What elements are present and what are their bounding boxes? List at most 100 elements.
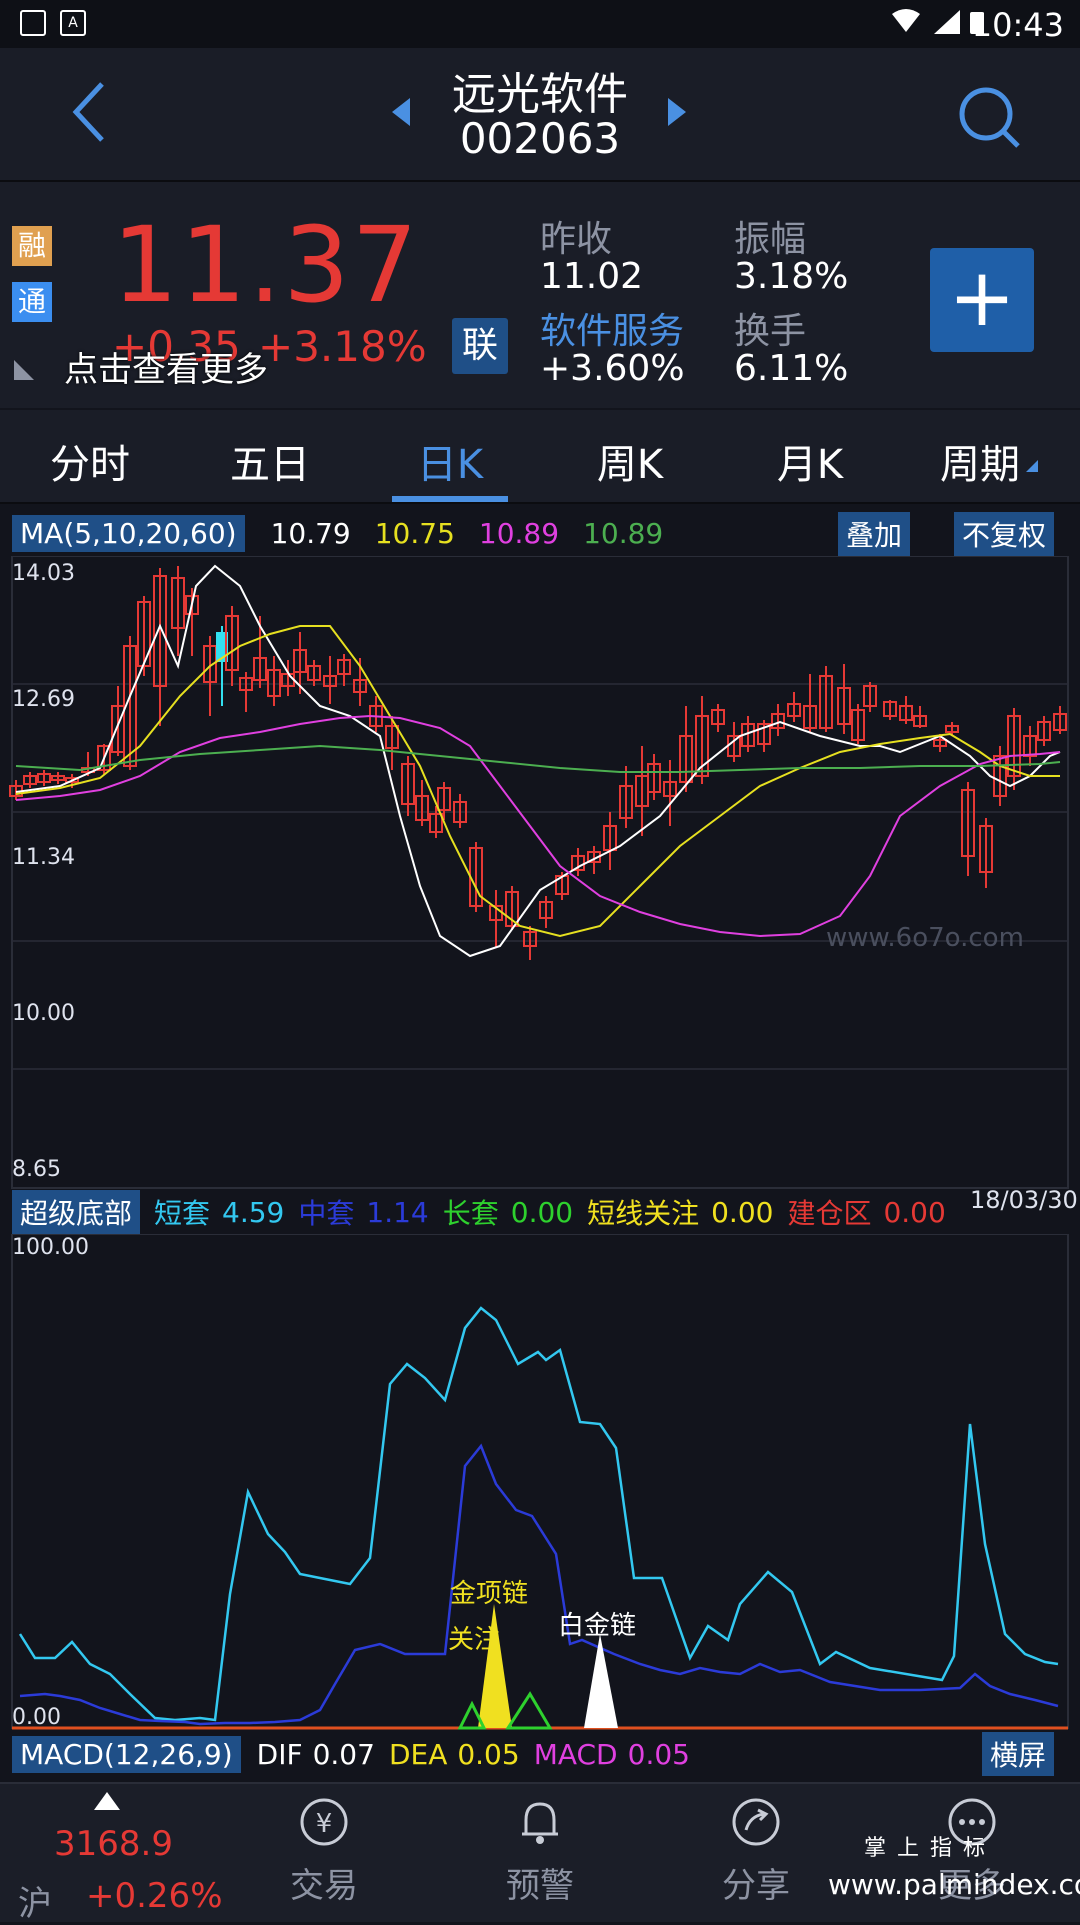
overlay-button[interactable]: 叠加: [838, 512, 911, 556]
amplitude-value: 3.18%: [734, 256, 849, 297]
bottom-nav: 3168.9 沪 +0.26% ¥ 交易 预警 分享 更多 掌 上 指 标 ww…: [0, 1782, 1080, 1924]
expand-corner-icon[interactable]: [12, 358, 36, 382]
indicator-chart[interactable]: 100.00 0.00 金项链 关注 白金链: [0, 1234, 1080, 1730]
turnover-value: 6.11%: [734, 348, 849, 389]
app-notification-icon: A: [60, 10, 86, 36]
stock-code: 002063: [459, 114, 621, 163]
sector-link[interactable]: 软件服务: [540, 302, 684, 354]
dif-label: DIF: [256, 1737, 303, 1771]
macd-label[interactable]: MACD(12,26,9): [12, 1735, 241, 1773]
current-price: 11.37: [112, 204, 420, 326]
mid-line: [19, 1443, 1059, 1726]
status-time: 10:43: [971, 6, 1064, 44]
see-more-link[interactable]: 点击查看更多: [64, 342, 268, 391]
y-tick-2: 11.34: [12, 845, 75, 870]
period-dropdown-icon: [1026, 460, 1038, 472]
watch-label: 短线关注: [587, 1197, 700, 1230]
tab-month-k[interactable]: 月K: [730, 432, 890, 490]
ind-y-top: 100.00: [12, 1235, 89, 1260]
header-bar: 远光软件 002063: [0, 48, 1080, 182]
ma-label[interactable]: MA(5,10,20,60): [12, 514, 245, 552]
ma20-value: 10.89: [478, 516, 560, 550]
annot-watch: 关注: [448, 1625, 500, 1655]
svg-text:¥: ¥: [316, 1809, 333, 1839]
chart-date: 18/03/30: [970, 1186, 1078, 1214]
stock-name: 远光软件: [452, 69, 628, 120]
wifi-icon: [892, 9, 920, 32]
add-watchlist-button[interactable]: +: [930, 248, 1034, 352]
image-notification-icon: [20, 10, 46, 36]
brand-watermark-line2: www.palmindex.com: [828, 1868, 1080, 1901]
bell-icon: [522, 1802, 558, 1844]
ma5-value: 10.79: [270, 516, 351, 550]
chart-watermark: www.6o7o.com: [826, 923, 1024, 953]
macd-value: 0.05: [627, 1737, 690, 1771]
prev-close-label: 昨收: [540, 219, 613, 260]
trade-icon: ¥: [300, 1798, 348, 1846]
annot-white: 白金链: [558, 1611, 636, 1641]
tab-minute[interactable]: 分时: [10, 432, 170, 490]
macd-legend: MACD(12,26,9) DIF 0.07 DEA 0.05 MACD 0.0…: [12, 1732, 690, 1776]
ind-y-bottom: 0.00: [12, 1705, 61, 1730]
dea-value: 0.05: [457, 1737, 520, 1771]
link-button[interactable]: 联: [452, 318, 508, 374]
nav-share[interactable]: 分享: [686, 1794, 826, 1907]
prev-close-value: 11.02: [540, 256, 644, 297]
watch-value: 0.00: [711, 1195, 774, 1229]
status-bar: A 10:43: [0, 0, 1080, 48]
short-line: [18, 1306, 1059, 1722]
short-value: 4.59: [222, 1195, 285, 1229]
annot-gold: 金项链: [450, 1579, 528, 1609]
share-icon: [732, 1798, 780, 1846]
long-value: 0.00: [510, 1195, 574, 1229]
indicator-legend: 超级底部 短套 4.59 中套 1.14 长套 0.00 短线关注 0.00 建…: [12, 1190, 946, 1234]
y-tick-3: 10.00: [12, 1001, 75, 1026]
ma10-value: 10.75: [374, 516, 455, 550]
prev-stock-icon[interactable]: [388, 96, 414, 128]
quote-panel: 融 通 11.37 +0.35 +3.18% 点击查看更多 联 昨收 11.02…: [0, 182, 1080, 408]
price-change-pct: +3.18%: [258, 322, 427, 371]
margin-badge: 融: [12, 226, 52, 266]
mid-value: 1.14: [366, 1195, 429, 1229]
index-up-icon: [94, 1792, 120, 1810]
turnover-label: 换手: [734, 311, 807, 352]
nav-share-label: 分享: [722, 1866, 790, 1906]
index-value[interactable]: 3168.9: [54, 1824, 173, 1864]
index-change: +0.26%: [86, 1876, 223, 1916]
build-value: 0.00: [883, 1195, 946, 1229]
sector-change: +3.60%: [540, 348, 685, 389]
tab-week-k[interactable]: 周K: [550, 432, 710, 490]
signal-icon: [934, 10, 960, 34]
active-tab-indicator: [392, 496, 508, 502]
dif-value: 0.07: [312, 1737, 375, 1771]
nav-trade[interactable]: ¥ 交易: [254, 1794, 394, 1907]
indicator-name[interactable]: 超级底部: [12, 1190, 141, 1234]
search-icon[interactable]: [956, 84, 1026, 154]
adjust-button[interactable]: 不复权: [954, 512, 1055, 556]
mid-label: 中套: [298, 1197, 355, 1230]
long-label: 长套: [442, 1197, 499, 1230]
period-tabs: 分时 五日 日K 周K 月K 周期: [0, 410, 1080, 504]
ma60-value: 10.89: [583, 516, 664, 550]
connect-badge: 通: [12, 282, 52, 322]
amplitude-label: 振幅: [734, 219, 807, 260]
kline-chart[interactable]: www.6o7o.com 14.03 12.69 11.34 10.00 8.6…: [0, 556, 1080, 1190]
ma-legend: MA(5,10,20,60) 10.79 10.75 10.89 10.89: [12, 512, 663, 554]
y-tick-1: 12.69: [12, 687, 75, 712]
brand-watermark-line1: 掌 上 指 标: [864, 1836, 987, 1861]
macd-value-label: MACD: [533, 1737, 618, 1771]
index-name: 沪: [18, 1884, 52, 1924]
nav-alert-label: 预警: [506, 1866, 574, 1906]
next-stock-icon[interactable]: [664, 96, 690, 128]
back-icon[interactable]: [66, 78, 116, 148]
short-label: 短套: [154, 1197, 211, 1230]
nav-alert[interactable]: 预警: [470, 1794, 610, 1907]
tab-day-k[interactable]: 日K: [370, 432, 530, 490]
dea-label: DEA: [388, 1737, 448, 1771]
landscape-button[interactable]: 横屏: [982, 1732, 1055, 1776]
nav-trade-label: 交易: [290, 1866, 358, 1906]
y-tick-4: 8.65: [12, 1157, 61, 1182]
tab-five-day[interactable]: 五日: [190, 432, 350, 490]
build-label: 建仓区: [787, 1197, 872, 1230]
y-tick-0: 14.03: [12, 561, 75, 586]
